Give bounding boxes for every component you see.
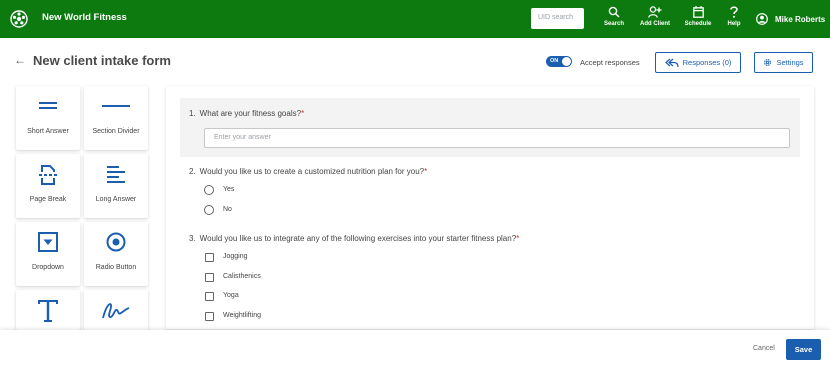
page-title: New client intake form (33, 53, 171, 68)
long-answer-icon (107, 166, 125, 183)
short-answer-icon (39, 102, 57, 109)
palette-label: Radio Button (95, 264, 137, 271)
section-divider-icon (102, 105, 130, 107)
accept-responses-toggle[interactable]: ON (546, 56, 572, 67)
palette-dropdown[interactable]: Dropdown (16, 222, 80, 286)
required-marker: * (301, 109, 305, 118)
question-2: 2. Would you like us to create a customiz… (189, 167, 427, 176)
app-title: New World Fitness (42, 12, 127, 23)
question-text: What are your fitness goals? (199, 109, 302, 118)
question-3: 3. Would you like us to integrate any of … (189, 234, 519, 243)
user-icon (756, 13, 768, 25)
help-icon (730, 6, 738, 18)
radio-no[interactable] (204, 205, 214, 215)
question-number: 3. (189, 234, 196, 243)
nav-add-client-button[interactable]: Add Client (637, 6, 673, 34)
nav-search-button[interactable]: Search (600, 6, 628, 34)
palette-signature[interactable] (84, 290, 148, 330)
palette-short-answer[interactable]: Short Answer (16, 86, 80, 150)
question-text: Would you like us to create a customized… (199, 167, 425, 176)
responses-button[interactable]: Responses (0) (655, 52, 741, 73)
logo-icon[interactable] (10, 10, 28, 28)
settings-button[interactable]: Settings (754, 52, 813, 73)
palette-section-divider[interactable]: Section Divider (84, 86, 148, 150)
gear-icon (764, 59, 772, 66)
palette-text[interactable] (16, 290, 80, 330)
required-marker: * (516, 234, 520, 243)
calendar-icon (692, 6, 704, 18)
nav-schedule-label: Schedule (684, 21, 712, 27)
option-label: Yes (223, 186, 235, 193)
toggle-knob (562, 57, 571, 66)
palette-label: Short Answer (27, 128, 69, 135)
palette-label: Long Answer (95, 196, 137, 203)
option-label: Jogging (223, 253, 248, 260)
uid-search-input[interactable]: UID search (531, 8, 584, 29)
question-number: 2. (189, 167, 196, 176)
option-label: Calisthenics (223, 273, 261, 280)
checkbox-jogging[interactable] (205, 253, 214, 262)
save-button[interactable]: Save (786, 339, 821, 360)
add-user-icon (648, 6, 662, 18)
palette-label: Dropdown (32, 264, 64, 271)
signature-icon (102, 303, 130, 319)
radio-yes[interactable] (204, 185, 214, 195)
palette-label: Section Divider (92, 128, 140, 135)
checkbox-weightlifting[interactable] (205, 312, 214, 321)
toggle-state-label: ON (550, 58, 559, 64)
question-number: 1. (189, 109, 196, 118)
checkbox-yoga[interactable] (205, 292, 214, 301)
reply-all-icon (664, 58, 679, 67)
dropdown-icon (38, 232, 58, 252)
palette-page-break[interactable]: Page Break (16, 154, 80, 218)
option-label: Weightlifting (223, 312, 262, 319)
nav-search-label: Search (603, 21, 624, 27)
cancel-button[interactable]: Cancel (753, 345, 775, 352)
question-1: 1. What are your fitness goals?* (189, 109, 304, 118)
settings-label: Settings (776, 58, 804, 67)
checkbox-calisthenics[interactable] (205, 273, 214, 282)
question-text: Would you like us to integrate any of th… (199, 234, 517, 243)
page-break-icon (39, 165, 57, 185)
nav-help-button[interactable]: Help (723, 6, 745, 34)
text-icon (38, 300, 58, 322)
palette-radio-button[interactable]: Radio Button (84, 222, 148, 286)
footer-bar (0, 330, 830, 365)
accept-responses-label: Accept responses (580, 58, 640, 67)
user-menu[interactable]: Mike Roberts (756, 12, 825, 26)
nav-add-client-label: Add Client (640, 21, 670, 27)
top-bar: New World Fitness UID search Search Add … (0, 0, 830, 38)
option-label: No (223, 206, 232, 213)
search-icon (608, 6, 620, 18)
user-name: Mike Roberts (775, 14, 826, 24)
palette-label: Page Break (29, 196, 67, 203)
fitness-goals-input[interactable]: Enter your answer (204, 128, 790, 148)
nav-help-label: Help (727, 21, 741, 27)
responses-label: Responses (0) (682, 58, 732, 67)
option-label: Yoga (223, 292, 239, 299)
required-marker: * (424, 167, 428, 176)
back-arrow-icon[interactable]: ← (14, 53, 26, 67)
radio-button-icon (106, 232, 126, 252)
nav-schedule-button[interactable]: Schedule (683, 6, 713, 34)
palette-long-answer[interactable]: Long Answer (84, 154, 148, 218)
